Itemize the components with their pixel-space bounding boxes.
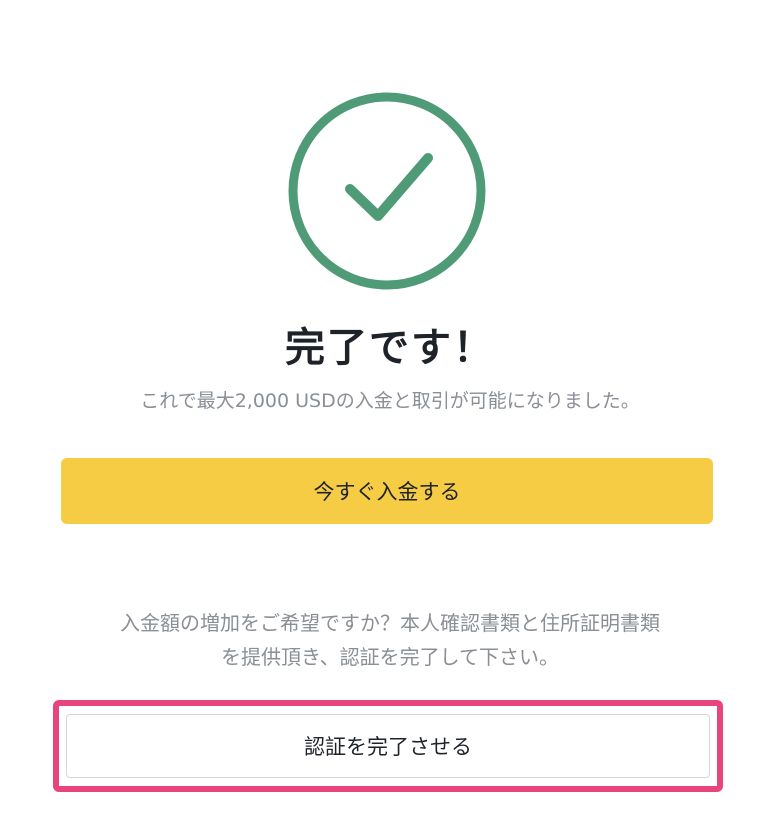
checkmark-circle-icon [288,92,486,290]
verification-info: 入金額の増加をご希望ですか？本人確認書類と住所証明書類 を提供頂き、認証を完了し… [40,606,740,674]
complete-verification-label: 認証を完了させる [304,735,472,759]
complete-verification-button[interactable]: 認証を完了させる [66,714,710,778]
page-title: 完了です！ [285,325,495,371]
deposit-now-button[interactable]: 今すぐ入金する [61,458,713,524]
completion-message: これで最大2,000 USDの入金と取引が可能になりました。 [140,390,640,412]
deposit-now-label: 今すぐ入金する [313,480,461,504]
verification-info-line-2: を提供頂き、認証を完了して下さい。 [221,645,559,669]
verification-info-line-1: 入金額の増加をご希望ですか？本人確認書類と住所証明書類 [120,611,660,635]
